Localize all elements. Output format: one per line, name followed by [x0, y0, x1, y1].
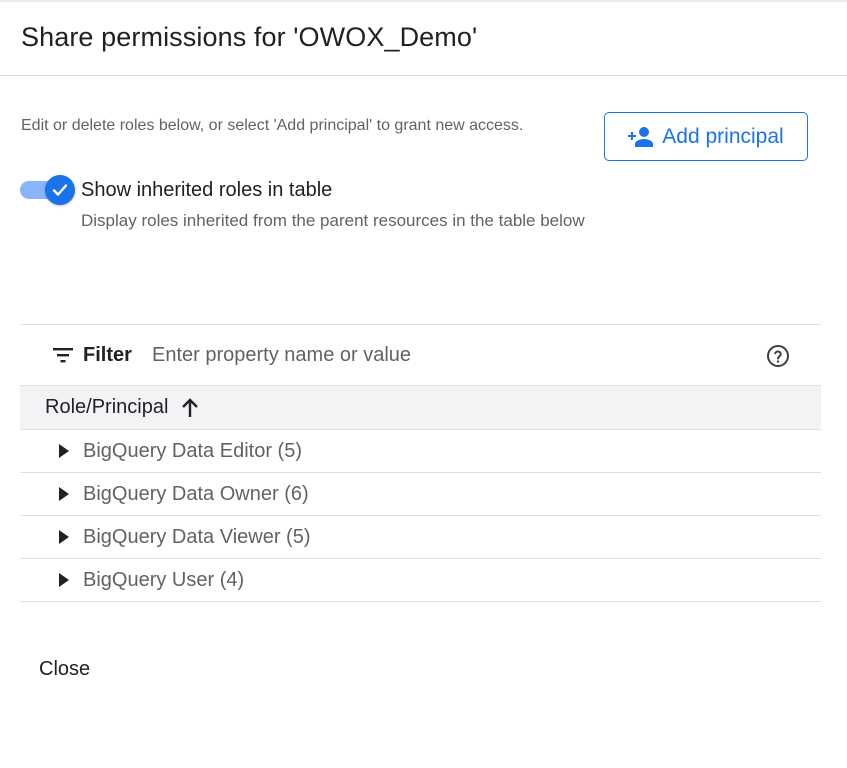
person-add-icon — [628, 126, 654, 147]
toggle-label: Show inherited roles in table — [81, 179, 333, 201]
caret-right-icon[interactable] — [58, 572, 70, 588]
dialog-description: Edit or delete roles below, or select 'A… — [21, 117, 524, 134]
table-row[interactable]: BigQuery Data Viewer (5) — [20, 516, 821, 559]
add-principal-button[interactable]: Add principal — [604, 112, 808, 161]
filter-bar: Filter — [20, 324, 821, 386]
table-row[interactable]: BigQuery User (4) — [20, 559, 821, 602]
caret-right-icon[interactable] — [58, 443, 70, 459]
top-divider — [0, 0, 847, 2]
toggle-thumb — [45, 175, 75, 205]
show-inherited-roles-toggle[interactable] — [20, 175, 76, 205]
dialog-title: Share permissions for 'OWOX_Demo' — [21, 22, 478, 52]
row-label: BigQuery Data Viewer (5) — [83, 525, 311, 548]
filter-list-icon — [53, 348, 73, 363]
row-label: BigQuery Data Owner (6) — [83, 482, 309, 505]
role-principal-column-header[interactable]: Role/Principal — [45, 396, 168, 419]
help-circle-icon[interactable] — [766, 344, 790, 368]
toggle-sublabel: Display roles inherited from the parent … — [81, 211, 585, 230]
add-principal-label: Add principal — [662, 124, 784, 148]
table-row[interactable]: BigQuery Data Editor (5) — [20, 430, 821, 473]
filter-label: Filter — [83, 344, 132, 366]
arrow-up-icon[interactable] — [180, 397, 200, 419]
header-divider — [0, 75, 847, 76]
table-header-row: Role/Principal — [20, 386, 821, 430]
caret-right-icon[interactable] — [58, 486, 70, 502]
row-label: BigQuery User (4) — [83, 568, 245, 591]
table-row[interactable]: BigQuery Data Owner (6) — [20, 473, 821, 516]
roles-table: Filter Role/Principal BigQuery Data Edit… — [20, 324, 821, 602]
row-label: BigQuery Data Editor (5) — [83, 439, 302, 462]
check-icon — [52, 184, 68, 196]
share-permissions-dialog: Share permissions for 'OWOX_Demo' Edit o… — [0, 0, 847, 768]
caret-right-icon[interactable] — [58, 529, 70, 545]
filter-input[interactable] — [152, 340, 732, 370]
close-button[interactable]: Close — [39, 658, 90, 681]
